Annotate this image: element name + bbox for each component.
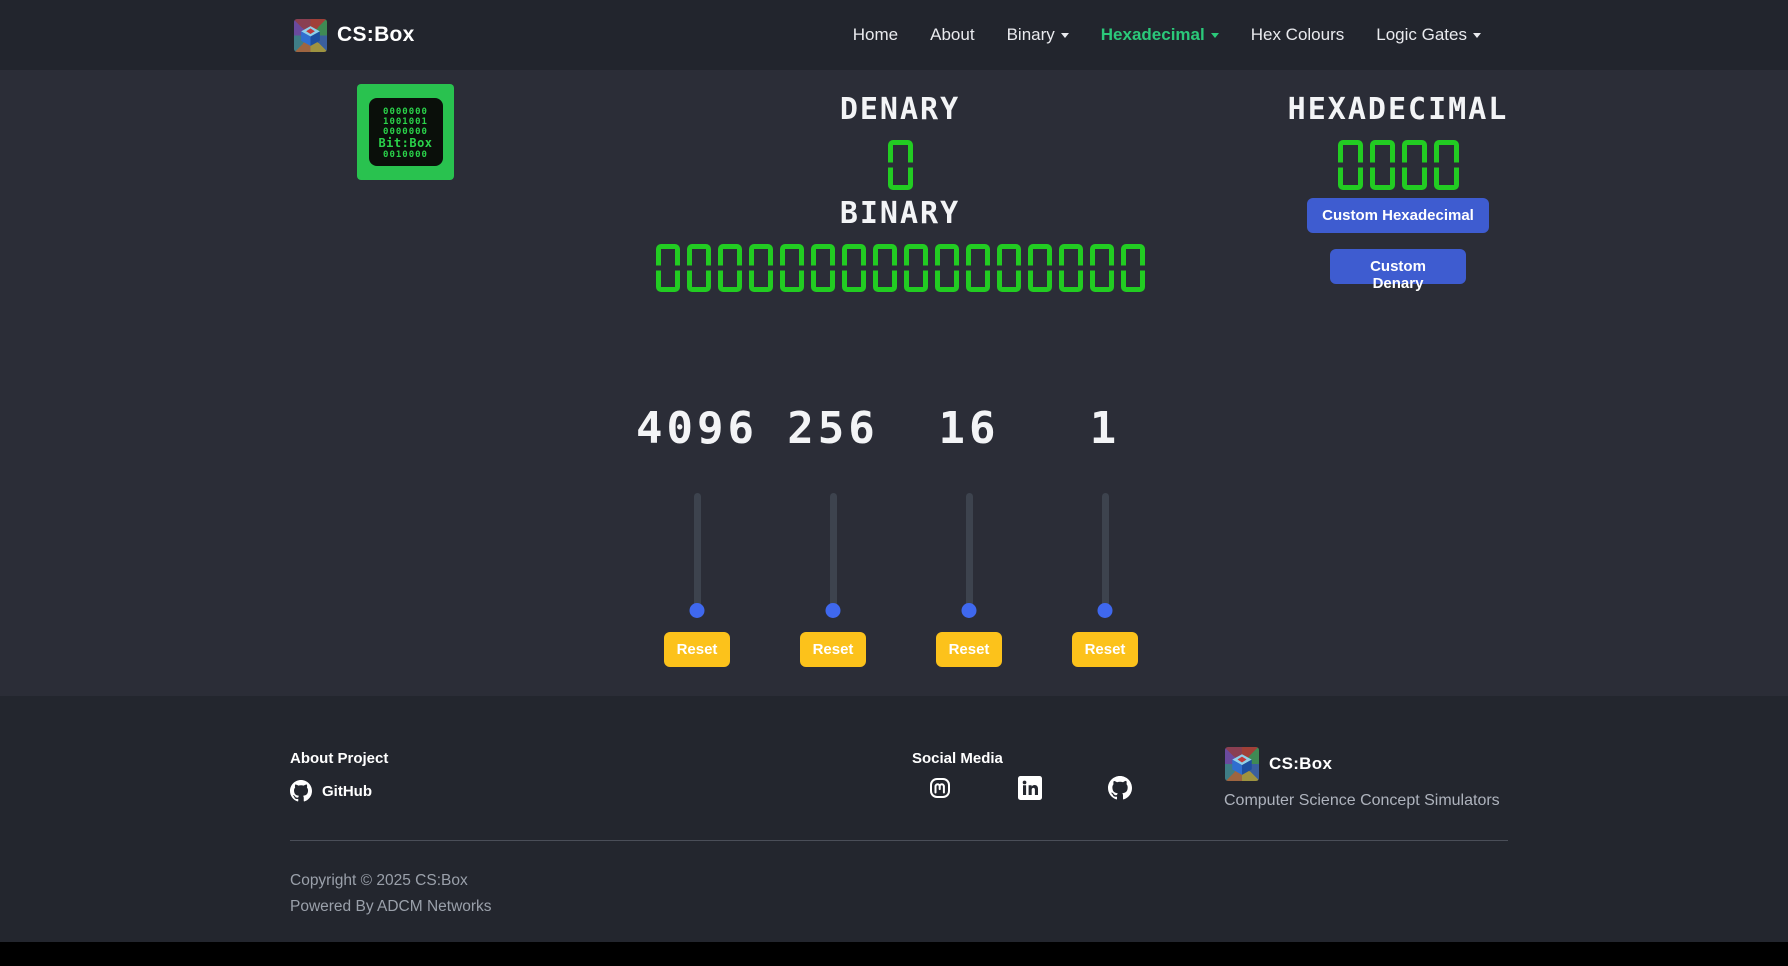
slider-256[interactable] — [830, 493, 837, 611]
place-value-label: 1 — [1090, 406, 1121, 452]
slider-column-4096: 4096 Reset — [629, 406, 765, 667]
chevron-down-icon — [1473, 33, 1481, 38]
place-value-label: 256 — [787, 406, 878, 452]
nav-item-hexadecimal[interactable]: Hexadecimal — [1085, 25, 1235, 45]
reset-button-16[interactable]: Reset — [936, 632, 1002, 667]
binary-seg-digit — [997, 244, 1021, 292]
navbar-brand[interactable]: CS:Box — [294, 0, 415, 70]
footer: About Project GitHub Social Media CS:Box… — [0, 696, 1788, 942]
bitbox-binary-row: 0010000 — [383, 150, 428, 160]
binary-seg-digit — [656, 244, 680, 292]
footer-tagline: Computer Science Concept Simulators — [1224, 792, 1500, 810]
footer-divider — [290, 840, 1508, 841]
binary-title: BINARY — [560, 196, 1240, 231]
binary-seg-digit — [718, 244, 742, 292]
bitbox-logo: 000000010010010000000Bit:Box0010000 — [357, 84, 454, 180]
nav-item-about[interactable]: About — [914, 25, 990, 45]
navbar-brand-label: CS:Box — [337, 23, 415, 47]
reset-button-256[interactable]: Reset — [800, 632, 866, 667]
mastodon-icon[interactable] — [928, 776, 952, 800]
binary-seg-digit — [1090, 244, 1114, 292]
navbar: CS:Box HomeAboutBinaryHexadecimalHex Col… — [0, 0, 1788, 70]
github-icon — [290, 780, 312, 802]
github-link-label: GitHub — [322, 783, 372, 800]
slider-column-1: 1 Reset — [1037, 406, 1173, 667]
denary-value — [760, 140, 1040, 190]
hex-seg-digit — [1434, 140, 1459, 190]
denary-seg-digit — [888, 140, 913, 190]
social-icons — [928, 776, 1132, 800]
nav-item-binary[interactable]: Binary — [991, 25, 1085, 45]
slider-4096[interactable] — [694, 493, 701, 611]
place-value-label: 4096 — [636, 406, 758, 452]
chevron-down-icon — [1061, 33, 1069, 38]
slider-1[interactable] — [1102, 493, 1109, 611]
slider-thumb-256[interactable] — [826, 603, 841, 618]
social-media-title: Social Media — [912, 750, 1003, 767]
place-value-label: 16 — [939, 406, 1000, 452]
hexadecimal-display: HEXADECIMAL — [1228, 92, 1568, 190]
binary-seg-digit — [873, 244, 897, 292]
binary-seg-digit — [749, 244, 773, 292]
binary-seg-digit — [1028, 244, 1052, 292]
binary-seg-digit — [842, 244, 866, 292]
chevron-down-icon — [1211, 33, 1219, 38]
custom-hexadecimal-button[interactable]: Custom Hexadecimal — [1307, 198, 1489, 233]
binary-seg-digit — [1059, 244, 1083, 292]
denary-title: DENARY — [760, 92, 1040, 127]
nav-item-hex-colours[interactable]: Hex Colours — [1235, 25, 1361, 45]
binary-seg-digit — [687, 244, 711, 292]
bottom-strip — [0, 942, 1788, 966]
binary-value — [560, 244, 1240, 292]
footer-brand-label: CS:Box — [1269, 754, 1332, 774]
nav-item-home[interactable]: Home — [837, 25, 914, 45]
custom-denary-button[interactable]: Custom Denary — [1330, 249, 1466, 284]
binary-display: BINARY — [560, 196, 1240, 292]
reset-button-4096[interactable]: Reset — [664, 632, 730, 667]
hexadecimal-simulator: 000000010010010000000Bit:Box0010000 DENA… — [0, 70, 1788, 696]
copyright-text: Copyright © 2025 CS:Box — [290, 872, 468, 890]
slider-thumb-4096[interactable] — [690, 603, 705, 618]
place-value-sliders: 4096 Reset 256 Reset 16 Reset 1 Reset — [629, 406, 1173, 667]
github-link[interactable]: GitHub — [290, 780, 388, 802]
hex-seg-digit — [1338, 140, 1363, 190]
binary-seg-digit — [1121, 244, 1145, 292]
hex-seg-digit — [1402, 140, 1427, 190]
binary-seg-digit — [935, 244, 959, 292]
denary-display: DENARY — [760, 92, 1040, 190]
slider-column-256: 256 Reset — [765, 406, 901, 667]
csbox-footer-logo-icon — [1225, 747, 1259, 781]
nav-list: HomeAboutBinaryHexadecimalHex ColoursLog… — [837, 0, 1497, 70]
bitbox-name: Bit:Box — [378, 137, 432, 150]
bitbox-binary-row: 1001001 — [383, 117, 428, 127]
bitbox-binary-row: 0000000 — [383, 127, 428, 137]
hex-seg-digit — [1370, 140, 1395, 190]
binary-seg-digit — [966, 244, 990, 292]
about-project-title: About Project — [290, 750, 388, 767]
reset-button-1[interactable]: Reset — [1072, 632, 1138, 667]
hexadecimal-title: HEXADECIMAL — [1228, 92, 1568, 127]
binary-seg-digit — [780, 244, 804, 292]
hexadecimal-value — [1228, 140, 1568, 190]
binary-seg-digit — [904, 244, 928, 292]
powered-by-text: Powered By ADCM Networks — [290, 898, 492, 916]
slider-16[interactable] — [966, 493, 973, 611]
linkedin-icon[interactable] — [1018, 776, 1042, 800]
footer-brand[interactable]: CS:Box — [1225, 747, 1332, 781]
csbox-logo-icon — [294, 19, 327, 52]
bitbox-binary-row: 0000000 — [383, 107, 428, 117]
slider-column-16: 16 Reset — [901, 406, 1037, 667]
slider-thumb-1[interactable] — [1098, 603, 1113, 618]
nav-item-logic-gates[interactable]: Logic Gates — [1360, 25, 1497, 45]
binary-seg-digit — [811, 244, 835, 292]
footer-about-column: About Project GitHub — [290, 750, 388, 802]
slider-thumb-16[interactable] — [962, 603, 977, 618]
bitbox-logo-screen: 000000010010010000000Bit:Box0010000 — [369, 98, 443, 166]
github-icon[interactable] — [1108, 776, 1132, 800]
